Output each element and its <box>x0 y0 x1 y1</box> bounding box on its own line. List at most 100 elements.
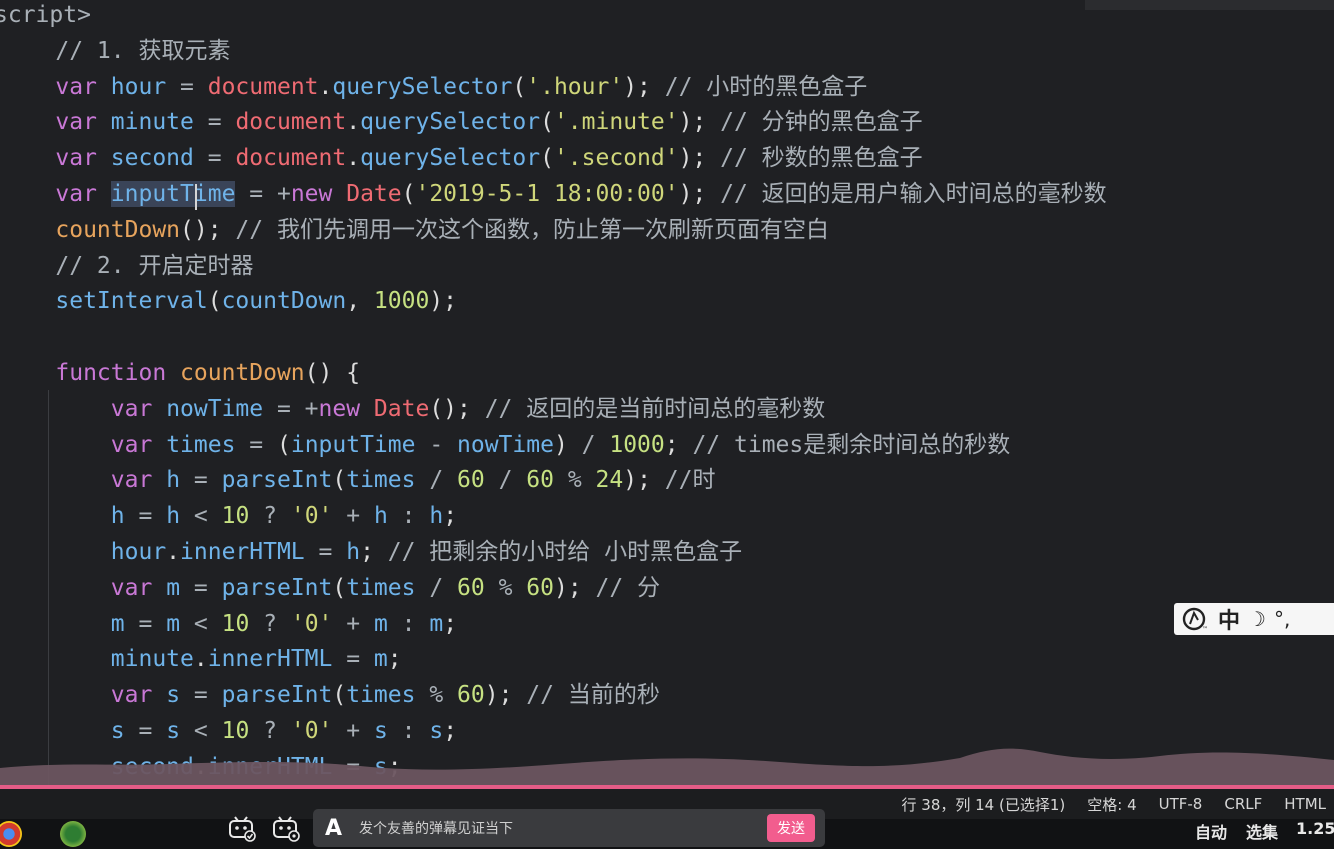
code-token: 10 <box>221 503 250 530</box>
code-token: s <box>166 682 181 709</box>
code-line[interactable]: var s = parseInt(times % 60); // 当前的秒 <box>0 677 660 713</box>
send-button[interactable]: 发送 <box>767 814 815 842</box>
code-token: // times是剩余时间总的秒数 <box>678 431 1011 458</box>
code-token: 60 <box>457 682 485 709</box>
code-token: '0' <box>290 610 333 637</box>
ime-toolbar[interactable]: ™ 中 ☽ °, <box>1174 603 1334 635</box>
code-line[interactable]: var inputTime = +new Date('2019-5-1 18:0… <box>0 176 1107 212</box>
code-line[interactable]: setInterval(countDown, 1000); <box>0 283 457 319</box>
app-icon[interactable] <box>60 821 86 847</box>
code-line[interactable]: var minute = document.querySelector('.mi… <box>0 104 922 140</box>
code-token: ; <box>360 539 374 565</box>
code-token: m <box>110 610 125 637</box>
code-token: : <box>387 610 430 637</box>
code-token: 10 <box>221 610 250 637</box>
code-token: minute <box>110 109 194 136</box>
code-token: ; <box>387 646 402 673</box>
code-token: ; <box>443 610 458 637</box>
code-token: ( <box>332 467 347 494</box>
danmaku-input[interactable]: A 发个友善的弹幕见证当下 发送 <box>313 809 825 847</box>
code-token: countDown <box>221 288 347 315</box>
code-token: h <box>166 467 181 494</box>
code-line[interactable]: countDown(); // 我们先调用一次这个函数，防止第一次刷新页面有空白 <box>0 212 829 248</box>
code-token: second <box>110 145 194 172</box>
code-token: (); <box>180 216 222 243</box>
code-token: ? <box>249 503 291 530</box>
encoding-setting[interactable]: UTF-8 <box>1159 795 1203 813</box>
code-token: var <box>55 181 97 207</box>
code-line[interactable]: h = h < 10 ? '0' + h : h; <box>0 498 457 534</box>
code-line[interactable]: m = m < 10 ? '0' + m : m; <box>0 606 457 642</box>
code-token: // 返回的是用户输入时间总的毫秒数 <box>706 181 1107 207</box>
chrome-icon[interactable] <box>0 821 22 847</box>
code-line[interactable]: minute.innerHTML = m; <box>0 641 402 677</box>
code-token: = <box>180 682 222 709</box>
code-token: querySelector <box>360 145 541 172</box>
code-token: h <box>429 503 444 530</box>
code-line[interactable]: var times = (inputTime - nowTime) / 1000… <box>0 427 1010 463</box>
code-token: = <box>304 539 347 565</box>
code-token: ); <box>678 145 707 172</box>
code-token: / <box>484 467 527 494</box>
code-line[interactable]: var h = parseInt(times / 60 / 60 % 24); … <box>0 462 716 498</box>
autoplay-button[interactable]: 自动 <box>1195 819 1227 843</box>
code-line[interactable]: var m = parseInt(times / 60 % 60); // 分 <box>0 570 660 606</box>
text-style-icon[interactable]: A <box>325 816 351 841</box>
code-editor[interactable]: script> // 1. 获取元素 var hour = document.q… <box>0 0 1334 785</box>
code-token: ( <box>540 109 554 136</box>
ime-mode-label[interactable]: 中 <box>1218 603 1240 635</box>
code-token: . <box>346 145 361 172</box>
code-token: // 当前的秒 <box>512 682 660 709</box>
danmaku-toggle-icon[interactable] <box>226 813 256 843</box>
episodes-button[interactable]: 选集 <box>1246 819 1278 843</box>
code-token: 60 <box>526 467 554 494</box>
code-token: / <box>415 574 458 601</box>
code-token: parseInt <box>221 682 333 709</box>
code-line[interactable]: // 1. 获取元素 <box>0 33 230 69</box>
line-ending-setting[interactable]: CRLF <box>1224 795 1262 813</box>
code-token: querySelector <box>360 109 541 136</box>
punctuation-icon[interactable]: °, <box>1274 607 1290 631</box>
danmaku-settings-icon[interactable] <box>270 813 300 843</box>
code-line[interactable]: // 2. 开启定时器 <box>0 248 253 284</box>
code-token: % <box>484 574 527 601</box>
code-token: '.second' <box>553 145 679 172</box>
playback-speed-button[interactable]: 1.25x <box>1296 819 1334 838</box>
ime-logo-icon[interactable]: ™ <box>1180 606 1210 632</box>
code-line[interactable]: function countDown() { <box>0 355 360 391</box>
code-token: script> <box>0 2 91 28</box>
code-token: () { <box>304 360 361 386</box>
code-token: ); <box>623 467 651 494</box>
code-token: = <box>193 145 236 172</box>
language-mode[interactable]: HTML <box>1284 795 1326 813</box>
danmaku-placeholder[interactable]: 发个友善的弹幕见证当下 <box>359 818 767 838</box>
code-token: countDown <box>180 360 305 386</box>
code-token: //时 <box>650 467 716 494</box>
moon-icon[interactable]: ☽ <box>1248 607 1266 631</box>
code-line[interactable]: hour.innerHTML = h; // 把剩余的小时给 小时黑色盒子 <box>0 534 742 570</box>
code-line[interactable]: script> <box>0 0 91 33</box>
code-token: m <box>373 610 388 637</box>
code-token: - <box>415 431 458 458</box>
code-token: ( <box>207 288 222 315</box>
code-token: countDown <box>55 216 181 243</box>
code-line[interactable]: var nowTime = +new Date(); // 返回的是当前时间总的… <box>0 391 825 427</box>
indentation-setting[interactable]: 空格: 4 <box>1087 794 1136 815</box>
code-line[interactable]: var second = document.querySelector('.se… <box>0 140 922 176</box>
code-token: ); <box>678 181 707 207</box>
cursor-position[interactable]: 行 38，列 14 (已选择1) <box>902 794 1066 815</box>
code-token: 60 <box>526 574 554 601</box>
code-line[interactable]: var hour = document.querySelector('.hour… <box>0 69 867 105</box>
code-token: = <box>124 503 167 530</box>
